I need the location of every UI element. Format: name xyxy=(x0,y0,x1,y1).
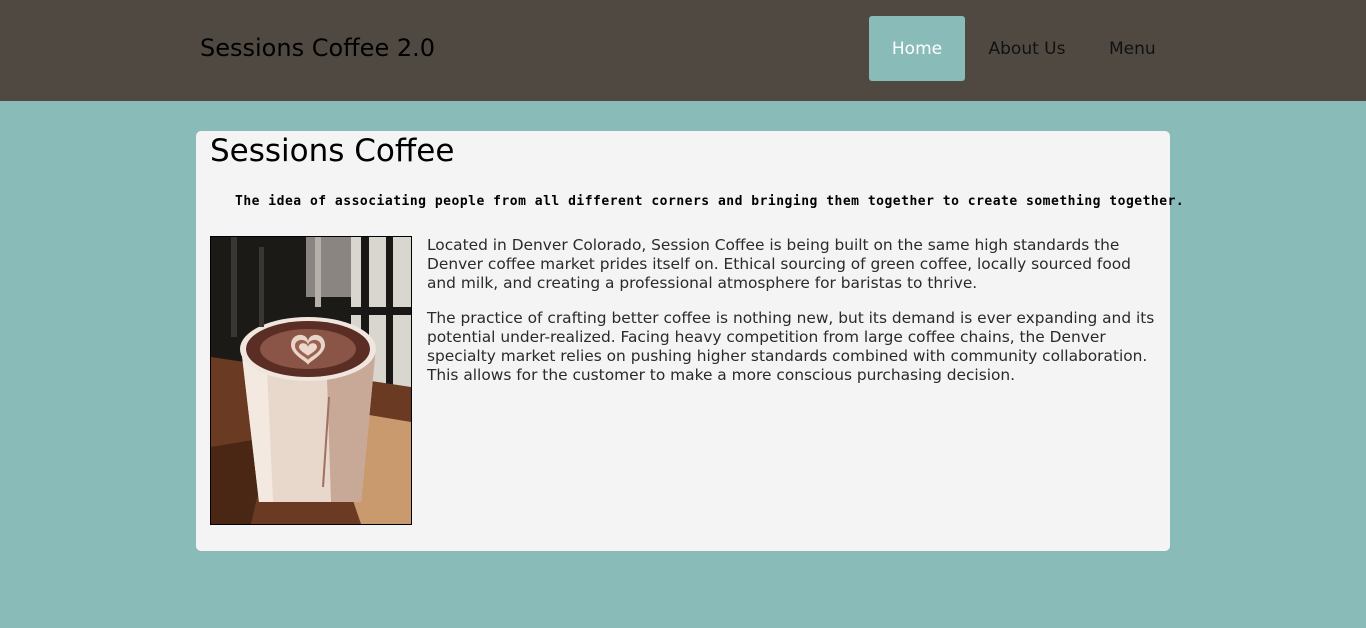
tagline: The idea of associating people from all … xyxy=(235,194,1185,209)
latte-photo-illustration xyxy=(211,237,411,524)
about-copy: Located in Denver Colorado, Session Coff… xyxy=(427,236,1159,401)
nav-home-link[interactable]: Home xyxy=(869,16,965,81)
main-nav: Home About Us Menu xyxy=(869,16,1185,81)
about-paragraph-1: Located in Denver Colorado, Session Coff… xyxy=(427,236,1131,292)
site-header: Sessions Coffee 2.0 Home About Us Menu xyxy=(0,0,1366,101)
content-card: Sessions Coffee The idea of associating … xyxy=(196,131,1184,551)
nav-about-link[interactable]: About Us xyxy=(965,16,1089,81)
page-title: Sessions Coffee xyxy=(210,133,455,169)
about-paragraph-2: The practice of crafting better coffee i… xyxy=(427,309,1155,384)
nav-menu-link[interactable]: Menu xyxy=(1089,16,1185,81)
site-brand[interactable]: Sessions Coffee 2.0 xyxy=(200,33,435,63)
latte-photo xyxy=(210,236,412,525)
